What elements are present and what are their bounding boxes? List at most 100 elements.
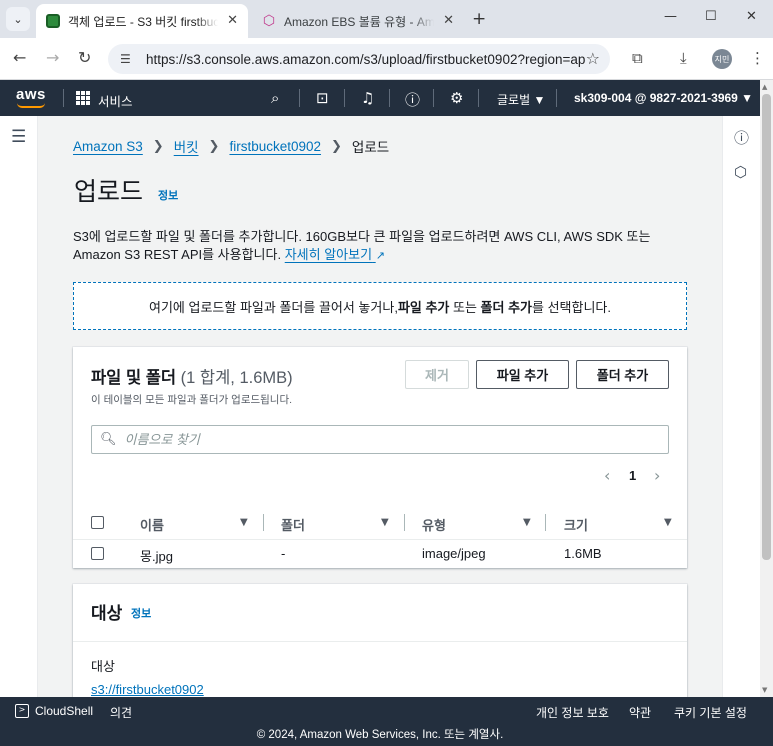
minimize-window-icon[interactable]: — bbox=[664, 9, 677, 24]
dropzone-text-mid: 또는 bbox=[449, 299, 481, 315]
chevron-right-icon: ❯ bbox=[152, 138, 164, 154]
copyright-text: © 2024, Amazon Web Services, Inc. 또는 계열사… bbox=[256, 729, 504, 741]
download-icon[interactable]: ⤓ bbox=[680, 49, 687, 67]
site-settings-icon[interactable]: ☰ bbox=[120, 52, 136, 66]
nav-divider bbox=[299, 89, 300, 107]
sort-caret-icon[interactable]: ▼ bbox=[240, 517, 248, 528]
terms-link[interactable]: 약관 bbox=[629, 704, 651, 721]
sort-caret-icon[interactable]: ▼ bbox=[381, 517, 389, 528]
account-menu[interactable]: sk309-004 @ 9827-2021-3969 ▼ bbox=[574, 91, 753, 105]
row-checkbox[interactable] bbox=[91, 547, 104, 560]
breadcrumb-buckets[interactable]: 버킷 bbox=[174, 136, 199, 156]
destination-panel: 대상 정보 대상 s3://firstbucket0902 bbox=[73, 584, 687, 697]
scrollbar-thumb[interactable] bbox=[762, 94, 771, 560]
region-selector[interactable]: 글로벌 ▼ bbox=[497, 91, 545, 108]
dropzone-add-files: 파일 추가 bbox=[397, 299, 450, 315]
next-page-icon[interactable]: › bbox=[654, 466, 660, 485]
column-header-folder[interactable]: 폴더 bbox=[281, 515, 305, 534]
destination-info-link[interactable]: 정보 bbox=[131, 605, 151, 621]
column-divider[interactable] bbox=[404, 514, 405, 531]
nav-divider bbox=[344, 89, 345, 107]
column-divider[interactable] bbox=[545, 514, 546, 531]
extensions-icon[interactable]: ⧉ bbox=[632, 49, 643, 67]
column-header-size[interactable]: 크기 bbox=[564, 515, 588, 534]
nav-divider bbox=[478, 89, 479, 107]
files-panel-heading: 파일 및 폴더 (1 합계, 1.6MB) bbox=[91, 364, 293, 388]
destination-title: 대상 bbox=[91, 604, 123, 623]
tab-title: Amazon EBS 볼륨 유형 - Amazon EBS bbox=[284, 14, 434, 29]
table-row[interactable]: 몽.jpg - image/jpeg 1.6MB bbox=[73, 540, 687, 568]
close-tab-icon[interactable]: ✕ bbox=[443, 13, 454, 28]
remove-button[interactable]: 제거 bbox=[405, 360, 469, 389]
page-info-link[interactable]: 정보 bbox=[158, 187, 178, 203]
new-tab-button[interactable]: + bbox=[472, 9, 486, 29]
close-window-icon[interactable]: ✕ bbox=[746, 9, 757, 24]
help-icon[interactable]: ⓘ bbox=[405, 89, 420, 110]
aws-logo[interactable]: aws bbox=[16, 86, 46, 103]
close-tab-icon[interactable]: ✕ bbox=[227, 13, 238, 28]
search-icon[interactable]: ⌕ bbox=[271, 89, 279, 107]
url-text[interactable]: https://s3.console.aws.amazon.com/s3/upl… bbox=[146, 52, 586, 67]
s3-favicon-icon bbox=[46, 14, 60, 28]
scroll-up-icon[interactable]: ▲ bbox=[762, 83, 767, 91]
tab-title: 객체 업로드 - S3 버킷 firstbucket0902 bbox=[68, 14, 218, 29]
breadcrumb-amazon-s3[interactable]: Amazon S3 bbox=[73, 139, 143, 154]
aws-footer: > CloudShell 의견 개인 정보 보호 약관 쿠키 기본 설정 © 2… bbox=[0, 697, 773, 746]
files-and-folders-panel: 파일 및 폴더 (1 합계, 1.6MB) 이 테이블의 모든 파일과 폴더가 … bbox=[73, 347, 687, 568]
nav-divider bbox=[63, 89, 64, 107]
right-side-rail: ⓘ ⬡ bbox=[722, 116, 760, 697]
prev-page-icon[interactable]: ‹ bbox=[604, 466, 610, 485]
browser-toolbar: ← → ↻ ☰ https://s3.console.aws.amazon.co… bbox=[0, 38, 773, 80]
feedback-link[interactable]: 의견 bbox=[110, 704, 132, 721]
nav-divider bbox=[389, 89, 390, 107]
page-number[interactable]: 1 bbox=[629, 468, 636, 483]
column-header-type[interactable]: 유형 bbox=[422, 515, 446, 534]
destination-link[interactable]: s3://firstbucket0902 bbox=[91, 682, 204, 697]
breadcrumb-bucket-name[interactable]: firstbucket0902 bbox=[229, 139, 321, 154]
cloudshell-icon[interactable]: ⊡ bbox=[316, 89, 329, 107]
chevron-right-icon: ❯ bbox=[208, 138, 220, 154]
browser-tab-upload[interactable]: 객체 업로드 - S3 버킷 firstbucket0902 ✕ bbox=[36, 4, 248, 38]
cloudshell-link[interactable]: CloudShell bbox=[35, 704, 93, 718]
hexagon-icon[interactable]: ⬡ bbox=[734, 163, 747, 181]
search-input[interactable] bbox=[124, 432, 645, 447]
column-header-name[interactable]: 이름 bbox=[140, 515, 164, 534]
aws-top-nav: aws 서비스 ⌕ ⊡ ♫ ⓘ ⚙ 글로벌 ▼ sk309-004 @ 9827… bbox=[0, 80, 773, 116]
notifications-bell-icon[interactable]: ♫ bbox=[361, 89, 374, 107]
learn-more-label: 자세히 알아보기 bbox=[284, 247, 373, 262]
page-description: S3에 업로드할 파일 및 폴더를 추가합니다. 160GB보다 큰 파일을 업… bbox=[73, 228, 693, 265]
services-grid-icon[interactable] bbox=[76, 91, 90, 105]
sort-caret-icon[interactable]: ▼ bbox=[523, 517, 531, 528]
browser-tab-ebs[interactable]: ⬡ Amazon EBS 볼륨 유형 - Amazon EBS ✕ bbox=[252, 4, 464, 38]
reload-icon[interactable]: ↻ bbox=[78, 48, 91, 67]
breadcrumb-current: 업로드 bbox=[351, 140, 390, 155]
profile-avatar[interactable]: 지민 bbox=[712, 49, 732, 69]
maximize-window-icon[interactable]: ☐ bbox=[705, 9, 717, 24]
settings-gear-icon[interactable]: ⚙ bbox=[450, 89, 463, 107]
privacy-link[interactable]: 개인 정보 보호 bbox=[536, 704, 609, 721]
cell-size: 1.6MB bbox=[564, 546, 602, 561]
files-count: (1 합계, 1.6MB) bbox=[180, 369, 293, 387]
scroll-down-icon[interactable]: ▼ bbox=[762, 686, 767, 694]
add-folder-button[interactable]: 폴더 추가 bbox=[576, 360, 669, 389]
hamburger-menu-icon[interactable]: ☰ bbox=[11, 127, 26, 147]
chevron-right-icon: ❯ bbox=[331, 138, 342, 154]
cookie-preferences-link[interactable]: 쿠키 기본 설정 bbox=[674, 704, 747, 721]
sort-caret-icon[interactable]: ▼ bbox=[664, 517, 672, 528]
more-menu-icon[interactable]: ⋮ bbox=[750, 49, 765, 67]
cloudshell-icon[interactable]: > bbox=[15, 704, 29, 718]
ebs-favicon-icon: ⬡ bbox=[262, 13, 276, 29]
learn-more-link[interactable]: 자세히 알아보기 ↗ bbox=[285, 247, 385, 262]
address-bar[interactable]: ☰ https://s3.console.aws.amazon.com/s3/u… bbox=[108, 44, 610, 74]
services-menu[interactable]: 서비스 bbox=[98, 91, 133, 110]
select-all-checkbox[interactable] bbox=[91, 516, 104, 529]
tab-search-button[interactable]: ⌄ bbox=[6, 7, 30, 31]
column-divider[interactable] bbox=[263, 514, 264, 531]
upload-dropzone[interactable]: 여기에 업로드할 파일과 폴더를 끌어서 놓거나, 파일 추가 또는 폴더 추가… bbox=[73, 282, 687, 330]
forward-arrow-icon[interactable]: → bbox=[46, 48, 59, 67]
search-icon: 🔍︎ bbox=[100, 432, 117, 447]
bookmark-star-icon[interactable]: ☆ bbox=[586, 49, 600, 68]
back-arrow-icon[interactable]: ← bbox=[13, 48, 26, 67]
info-panel-icon[interactable]: ⓘ bbox=[734, 127, 749, 148]
add-files-button[interactable]: 파일 추가 bbox=[476, 360, 569, 389]
